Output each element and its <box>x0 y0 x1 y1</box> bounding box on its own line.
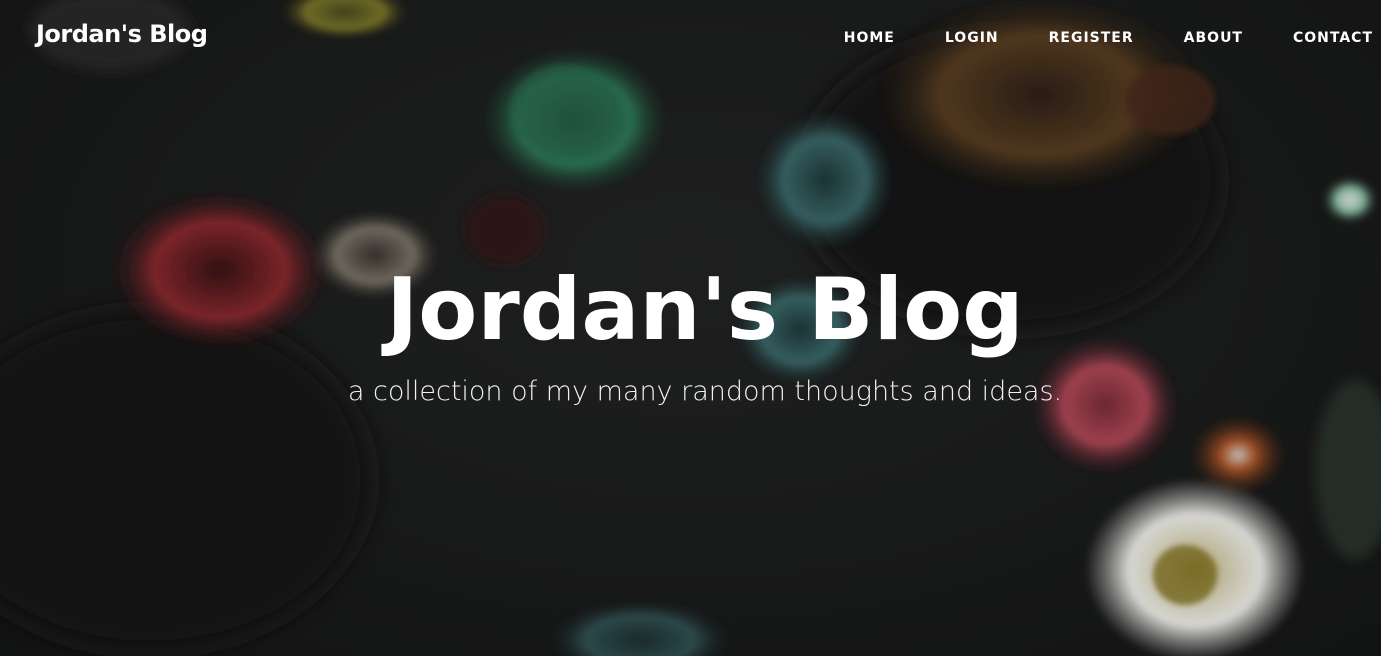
nav-link-login[interactable]: LOGIN <box>945 30 999 46</box>
nav-item-contact: CONTACT <box>1293 27 1373 46</box>
nav-link-contact[interactable]: CONTACT <box>1293 30 1373 46</box>
nav-item-about: ABOUT <box>1184 27 1243 46</box>
page-subtitle: a collection of my many random thoughts … <box>347 376 1063 407</box>
site-heading-block: Jordan's Blog a collection of my many ra… <box>0 258 1381 410</box>
nav-link-home[interactable]: HOME <box>844 30 895 46</box>
nav-item-home: HOME <box>844 27 895 46</box>
nav-link-register[interactable]: REGISTER <box>1049 30 1134 46</box>
nav-link-about[interactable]: ABOUT <box>1184 30 1243 46</box>
masthead: Jordan's Blog HOME LOGIN REGISTER ABOUT … <box>0 0 1381 656</box>
nav-links: HOME LOGIN REGISTER ABOUT CONTACT <box>794 27 1373 46</box>
nav-item-login: LOGIN <box>945 27 999 46</box>
page-title: Jordan's Blog <box>386 260 1024 360</box>
brand-link[interactable]: Jordan's Blog <box>36 20 208 48</box>
main-nav: Jordan's Blog HOME LOGIN REGISTER ABOUT … <box>0 0 1381 76</box>
nav-item-register: REGISTER <box>1049 27 1134 46</box>
